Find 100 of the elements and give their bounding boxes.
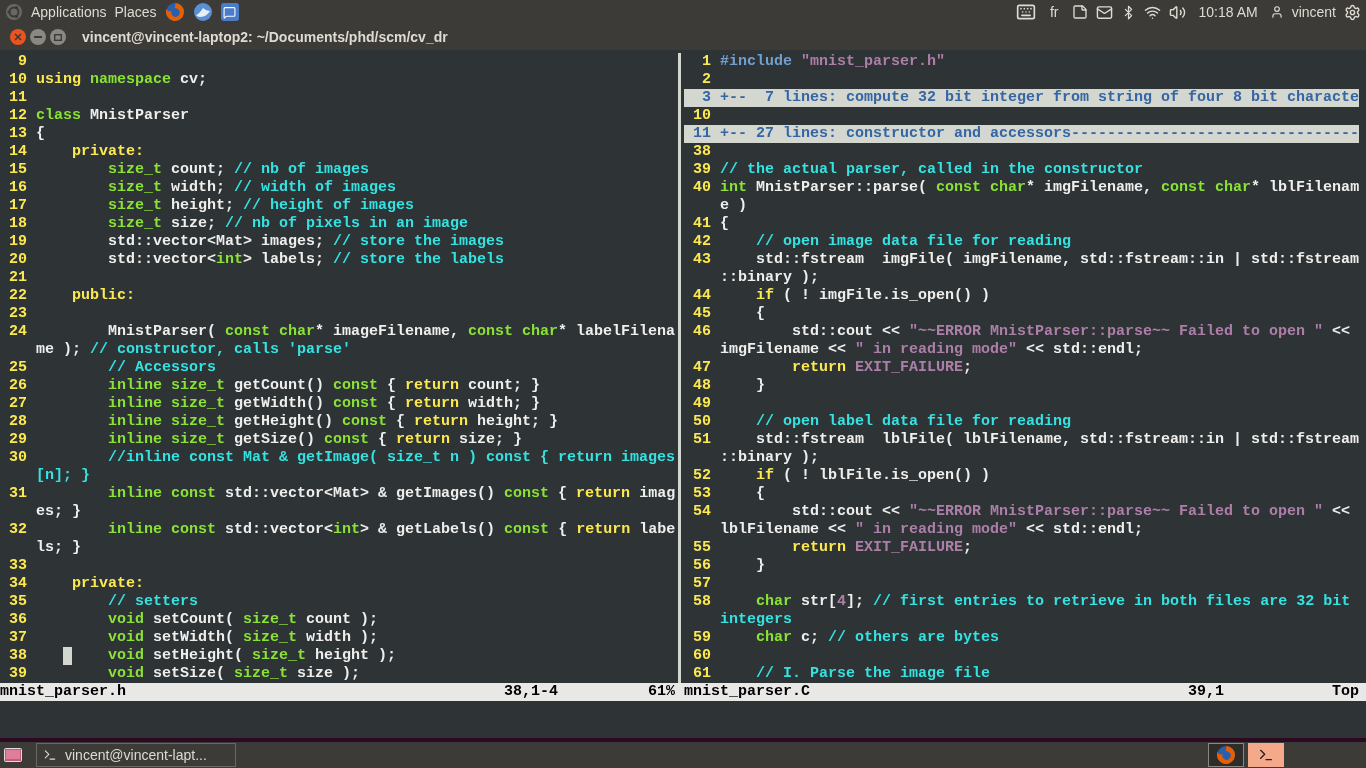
code-line: es; } <box>36 503 81 521</box>
line-number: 32 <box>9 521 27 538</box>
line-number: 46 <box>693 323 711 340</box>
panel-menu[interactable]: Places <box>114 1 157 23</box>
line-number: 25 <box>9 359 27 376</box>
window-title: vincent@vincent-laptop2: ~/Documents/phd/scm/cv_dr <box>82 27 448 47</box>
line-number: 41 <box>693 215 711 232</box>
line-number: 16 <box>9 179 27 196</box>
line-number: 52 <box>693 467 711 484</box>
line-number: 10 <box>9 71 27 88</box>
panel-menu[interactable]: Applications <box>31 1 107 23</box>
tray-app[interactable] <box>1208 743 1244 767</box>
user-icon[interactable] <box>1269 5 1284 19</box>
scroll-position: Top <box>1332 683 1359 701</box>
mail-client-icon[interactable] <box>192 2 213 22</box>
code-line: void setHeight( size_t height ); <box>36 647 397 665</box>
code-line: ls; } <box>36 539 81 557</box>
code-line: if ( ! lblFile.is_open() ) <box>755 467 991 485</box>
file-name: mnist_parser.C <box>684 683 812 701</box>
chat-icon[interactable] <box>220 3 239 21</box>
line-number: 1 <box>702 53 711 70</box>
code-line: inline const std::vector<int> & getLabels() const { return labe <box>107 521 675 539</box>
keyboard-layout[interactable]: fr <box>1043 1 1065 23</box>
line-number: 61 <box>693 665 711 682</box>
line-number: 11 <box>691 125 712 143</box>
code-line: lblFilename << " in reading mode" << std::endl; <box>720 521 1144 539</box>
code-line: std::cout << "~~ERROR MnistParser::parse~~ Failed to open " << <box>791 503 1351 521</box>
code-line: me ); // constructor, calls 'parse' <box>36 341 352 359</box>
minimize-icon <box>34 36 42 38</box>
code-line: e ) <box>720 197 747 215</box>
code-line: size_t height; // height of images <box>107 197 415 215</box>
line-number: 59 <box>693 629 711 646</box>
line-number: 53 <box>693 485 711 502</box>
code-line: ::binary ); <box>720 449 820 467</box>
code-line: private: <box>71 143 145 161</box>
task-button[interactable]: vincent@vincent-lapt... <box>36 743 236 767</box>
line-number: 44 <box>693 287 711 304</box>
line-number: 43 <box>693 251 711 268</box>
code-line: std::cout << "~~ERROR MnistParser::parse~~ Failed to open " << <box>791 323 1351 341</box>
code-line: { <box>720 215 729 233</box>
line-number: 22 <box>9 287 27 304</box>
code-line: MnistParser( const char* imageFilename, const char* labelFilena <box>107 323 675 341</box>
code-line: return EXIT_FAILURE; <box>791 539 973 557</box>
line-number: 57 <box>693 575 711 592</box>
line-number: 11 <box>9 89 27 106</box>
fold-row[interactable]: 11 +-- 27 lines: constructor and accessors-------------------------------- <box>684 125 1359 143</box>
code-line: // the actual parser, called in the constructor <box>720 161 1144 179</box>
volume-icon[interactable] <box>1169 3 1187 21</box>
maximize-button[interactable] <box>50 29 66 45</box>
line-number: 24 <box>9 323 27 340</box>
mail-icon[interactable] <box>1096 3 1114 21</box>
close-button[interactable] <box>10 29 26 45</box>
line-number: 10 <box>693 107 711 124</box>
line-number: 40 <box>693 179 711 196</box>
line-number: 42 <box>693 233 711 250</box>
code-line: if ( ! imgFile.is_open() ) <box>755 287 991 305</box>
note-icon[interactable] <box>1072 4 1089 20</box>
line-number: 9 <box>18 53 27 70</box>
code-line: // setters <box>107 593 199 611</box>
code-line: std::vector<Mat> images; // store the images <box>107 233 505 251</box>
tray-app[interactable] <box>1248 743 1284 767</box>
line-number: 28 <box>9 413 27 430</box>
line-number: 36 <box>9 611 27 628</box>
line-number: 39 <box>693 161 711 178</box>
line-number: 13 <box>9 125 27 142</box>
settings-icon[interactable] <box>1344 3 1361 21</box>
line-number: 27 <box>9 395 27 412</box>
minimize-button[interactable] <box>30 29 46 45</box>
line-number: 39 <box>9 665 27 682</box>
code-line: imgFilename << " in reading mode" << std::endl; <box>720 341 1144 359</box>
fold-text: +-- 27 lines: constructor and accessors-------------------------------- <box>719 125 1359 143</box>
line-number: 38 <box>693 143 711 160</box>
user-name[interactable]: vincent <box>1291 1 1336 23</box>
code-line: std::fstream lblFile( lblFilename, std::fstream::in | std::fstream <box>755 431 1359 449</box>
code-line: return EXIT_FAILURE; <box>791 359 973 377</box>
code-line: // Accessors <box>107 359 217 377</box>
code-line: void setCount( size_t count ); <box>107 611 379 629</box>
file-name: mnist_parser.h <box>0 683 128 701</box>
show-desktop-icon[interactable] <box>4 748 22 762</box>
code-line: inline size_t getCount() const { return count; } <box>107 377 541 395</box>
code-line: #include "mnist_parser.h" <box>720 53 946 71</box>
line-number: 35 <box>9 593 27 610</box>
browser-icon[interactable] <box>1216 745 1236 765</box>
code-line: std::vector<int> labels; // store the labels <box>107 251 505 269</box>
line-number: 23 <box>9 305 27 322</box>
line-number: 19 <box>9 233 27 250</box>
browser-icon[interactable] <box>164 2 185 22</box>
code-line: inline size_t getHeight() const { return height; } <box>107 413 559 431</box>
code-line: size_t width; // width of images <box>107 179 397 197</box>
code-line: // open image data file for reading <box>755 233 1072 251</box>
cursor-position: 38,1-4 <box>504 683 559 701</box>
code-line: [n]; } <box>36 467 90 485</box>
fold-row[interactable]: 3 +-- 7 lines: compute 32 bit integer from string of four 8 bit characte <box>684 89 1359 107</box>
line-number: 20 <box>9 251 27 268</box>
clock[interactable]: 10:18 AM <box>1194 1 1262 23</box>
close-icon <box>14 33 22 41</box>
line-number: 15 <box>9 161 27 178</box>
line-number: 31 <box>9 485 27 502</box>
code-line: using namespace cv; <box>36 71 208 89</box>
keyboard-icon[interactable] <box>1015 2 1036 22</box>
